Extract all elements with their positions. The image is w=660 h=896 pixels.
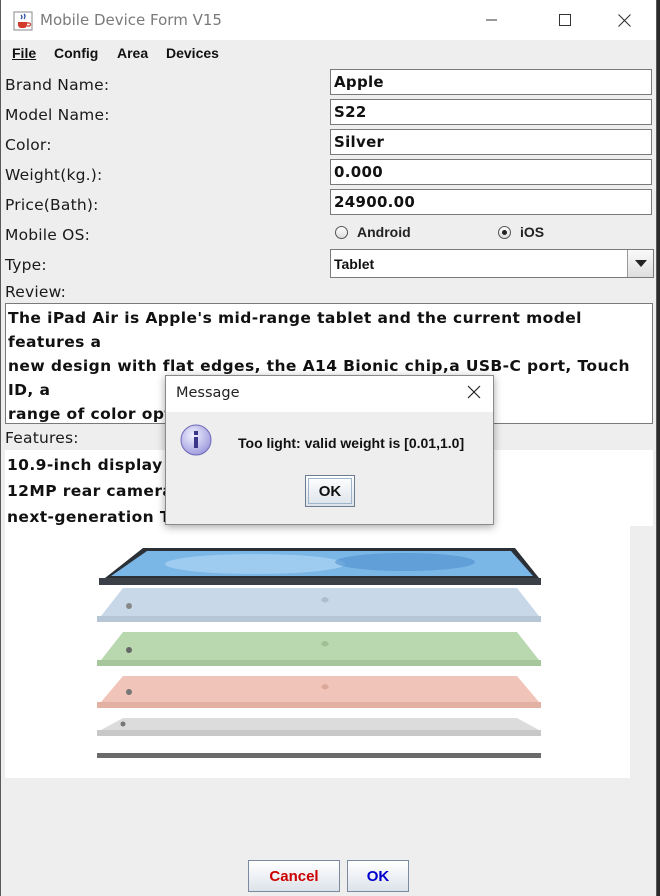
weight-field[interactable]: 0.000: [330, 159, 652, 185]
color-field[interactable]: Silver: [330, 129, 652, 155]
menu-devices[interactable]: Devices: [166, 45, 219, 61]
dialog-body: Too light: valid weight is [0.01,1.0] OK: [166, 412, 493, 524]
brand-field[interactable]: Apple: [330, 69, 652, 95]
type-dropdown[interactable]: Tablet: [330, 249, 654, 278]
color-label: Color:: [5, 136, 52, 154]
radio-android-label: Android: [357, 224, 411, 240]
java-cup-icon: [13, 11, 33, 31]
window-title: Mobile Device Form V15: [40, 11, 222, 29]
product-image: [5, 526, 630, 778]
type-label: Type:: [5, 256, 47, 274]
cancel-button[interactable]: Cancel: [248, 860, 340, 892]
brand-label: Brand Name:: [5, 76, 110, 94]
menu-config[interactable]: Config: [54, 45, 98, 61]
type-dropdown-value: Tablet: [334, 256, 375, 272]
message-dialog: Message Too light: valid weight is [0.01…: [165, 375, 494, 525]
menu-file[interactable]: File: [12, 45, 36, 61]
minimize-button[interactable]: [463, 0, 521, 40]
model-field[interactable]: S22: [330, 99, 652, 125]
review-line: The iPad Air is Apple's mid-range tablet…: [8, 309, 582, 351]
maximize-button[interactable]: [536, 0, 594, 40]
price-field[interactable]: 24900.00: [330, 189, 652, 215]
close-icon[interactable]: [467, 385, 481, 399]
radio-ios-circle[interactable]: [498, 225, 511, 239]
review-label: Review:: [5, 283, 67, 301]
radio-android-circle[interactable]: [335, 225, 348, 239]
close-icon: [617, 13, 631, 27]
radio-android[interactable]: Android: [335, 224, 411, 240]
model-label: Model Name:: [5, 106, 110, 124]
info-icon: [180, 424, 212, 456]
app-window: Mobile Device Form V15 File Config Area …: [0, 0, 657, 896]
ipad-stack-illustration: [97, 548, 541, 758]
weight-label: Weight(kg.):: [5, 166, 103, 184]
radio-ios[interactable]: iOS: [498, 224, 544, 240]
maximize-icon: [559, 14, 571, 26]
menu-area[interactable]: Area: [117, 45, 148, 61]
os-label: Mobile OS:: [5, 226, 91, 244]
price-label: Price(Bath):: [5, 196, 99, 214]
ok-button[interactable]: OK: [347, 860, 409, 892]
dropdown-arrow-button[interactable]: [627, 250, 653, 277]
close-button[interactable]: [595, 0, 653, 40]
features-label: Features:: [5, 429, 79, 447]
chevron-down-icon: [634, 259, 647, 267]
dialog-ok-button[interactable]: OK: [305, 475, 355, 507]
radio-ios-label: iOS: [520, 224, 545, 240]
dialog-message: Too light: valid weight is [0.01,1.0]: [238, 435, 465, 451]
title-bar: Mobile Device Form V15: [1, 0, 656, 40]
dialog-title: Message: [176, 385, 240, 401]
menu-bar: File Config Area Devices: [1, 40, 656, 68]
minimize-icon: [486, 19, 497, 21]
